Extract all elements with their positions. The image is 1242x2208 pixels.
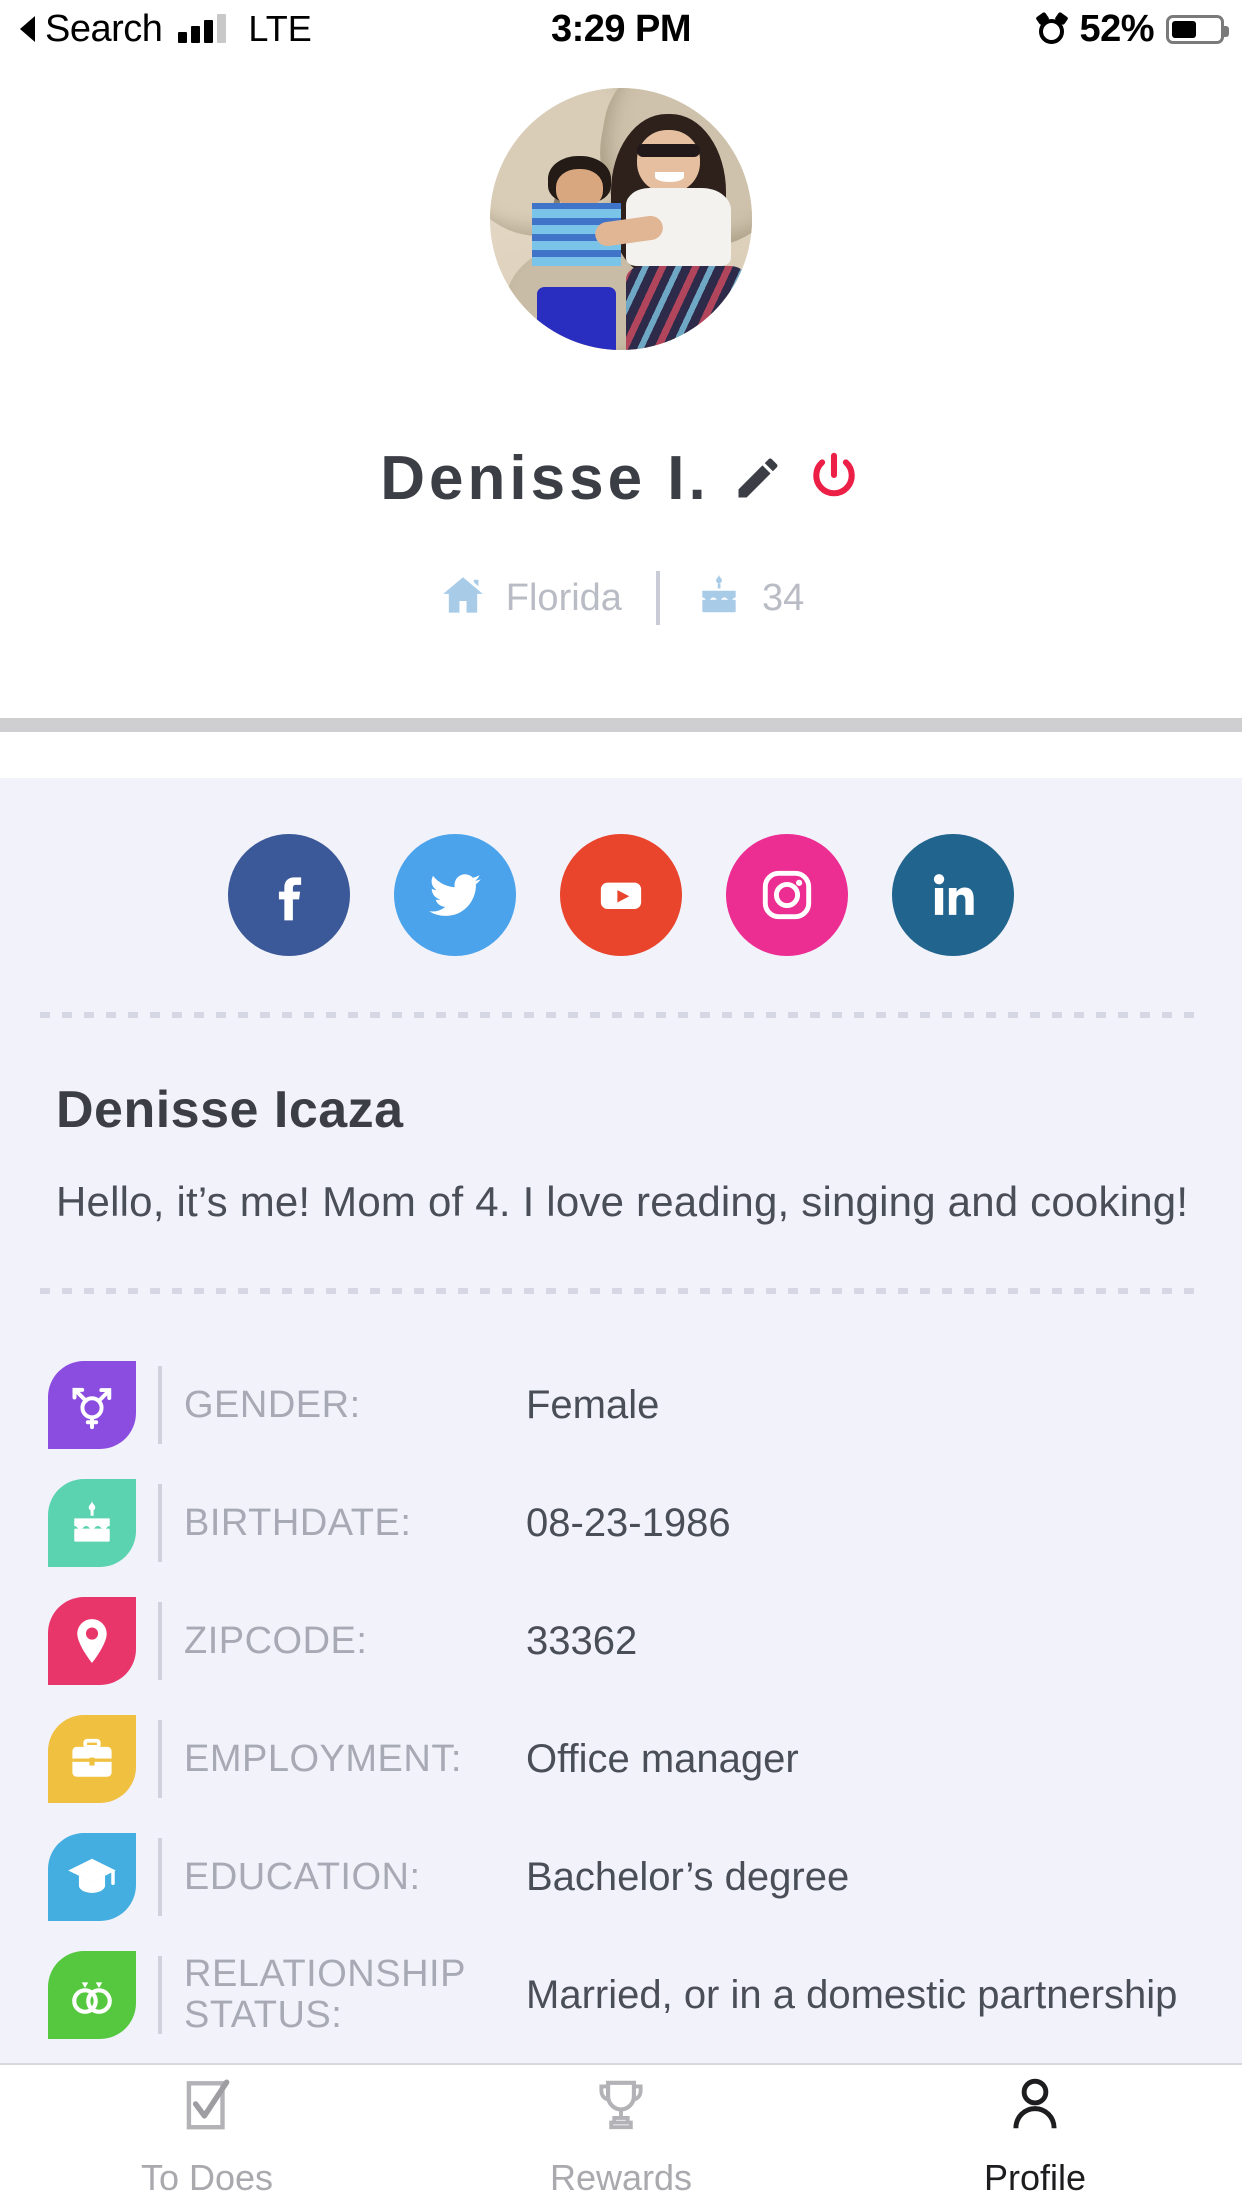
trophy-icon bbox=[590, 2074, 652, 2141]
gender-icon bbox=[48, 1361, 136, 1449]
detail-row-relationship-status[interactable]: RELATIONSHIP STATUS: Married, or in a do… bbox=[0, 1936, 1242, 2054]
battery-percent-label: 52% bbox=[1079, 7, 1154, 50]
detail-label: EDUCATION: bbox=[184, 1855, 421, 1898]
detail-value: 08-23-1986 bbox=[526, 1500, 731, 1545]
power-logout-icon[interactable] bbox=[806, 450, 862, 506]
home-icon bbox=[438, 571, 488, 626]
status-bar-right: 52% bbox=[1035, 7, 1229, 51]
tab-rewards[interactable]: Rewards bbox=[414, 2065, 828, 2208]
social-linkedin[interactable] bbox=[892, 834, 1014, 956]
profile-header: Denisse I. Florida 34 bbox=[0, 58, 1242, 778]
divider-bottom bbox=[40, 1288, 1202, 1294]
phone-screen: Search LTE 3:29 PM 52% Denisse I. Florid… bbox=[0, 0, 1242, 2208]
battery-icon bbox=[1166, 14, 1229, 44]
social-links-row bbox=[0, 778, 1242, 956]
social-twitter[interactable] bbox=[394, 834, 516, 956]
detail-divider bbox=[158, 1602, 162, 1680]
age-item: 34 bbox=[694, 571, 804, 626]
detail-divider bbox=[158, 1956, 162, 2034]
detail-label: ZIPCODE: bbox=[184, 1619, 368, 1662]
tab-to-does[interactable]: To Does bbox=[0, 2065, 414, 2208]
profile-content: Denisse Icaza Hello, it’s me! Mom of 4. … bbox=[0, 778, 1242, 2063]
location-label: Florida bbox=[505, 576, 622, 619]
social-facebook[interactable] bbox=[228, 834, 350, 956]
detail-row-gender[interactable]: GENDER: Female bbox=[0, 1346, 1242, 1464]
detail-label: BIRTHDATE: bbox=[184, 1501, 412, 1544]
bottom-tab-bar: To Does Rewards Profile bbox=[0, 2063, 1242, 2208]
rings-icon bbox=[48, 1951, 136, 2039]
birthday-cake-icon bbox=[694, 571, 744, 626]
detail-divider bbox=[158, 1720, 162, 1798]
detail-value: 33362 bbox=[526, 1618, 638, 1663]
social-youtube[interactable] bbox=[560, 834, 682, 956]
detail-label: EMPLOYMENT: bbox=[184, 1737, 462, 1780]
person-icon bbox=[1004, 2074, 1066, 2141]
location-item: Florida bbox=[438, 571, 622, 626]
graduation-cap-icon bbox=[48, 1833, 136, 1921]
display-name: Denisse I. bbox=[380, 443, 710, 513]
alarm-icon bbox=[1035, 11, 1070, 44]
detail-label: RELATIONSHIP STATUS: bbox=[184, 1953, 466, 2036]
detail-row-education[interactable]: EDUCATION: Bachelor’s degree bbox=[0, 1818, 1242, 1936]
detail-row-employment[interactable]: EMPLOYMENT: Office manager bbox=[0, 1700, 1242, 1818]
bio-full-name: Denisse Icaza bbox=[56, 1081, 404, 1139]
divider-top bbox=[40, 1012, 1202, 1018]
detail-value: Married, or in a domestic partnership bbox=[526, 1972, 1178, 2017]
status-bar: Search LTE 3:29 PM 52% bbox=[0, 0, 1242, 58]
map-pin-icon bbox=[48, 1597, 136, 1685]
detail-divider bbox=[158, 1366, 162, 1444]
checklist-icon bbox=[176, 2074, 238, 2141]
birthday-cake-icon bbox=[48, 1479, 136, 1567]
detail-value: Bachelor’s degree bbox=[526, 1854, 850, 1899]
detail-row-birthdate[interactable]: BIRTHDATE: 08-23-1986 bbox=[0, 1464, 1242, 1582]
age-label: 34 bbox=[761, 576, 805, 619]
avatar-photo bbox=[490, 88, 752, 350]
briefcase-icon bbox=[48, 1715, 136, 1803]
detail-divider bbox=[158, 1838, 162, 1916]
tab-label: Profile bbox=[983, 2157, 1087, 2198]
tab-profile[interactable]: Profile bbox=[828, 2065, 1242, 2208]
detail-divider bbox=[158, 1484, 162, 1562]
name-row: Denisse I. bbox=[0, 433, 1242, 523]
detail-value: Female bbox=[526, 1382, 660, 1427]
avatar[interactable] bbox=[490, 88, 752, 350]
meta-divider bbox=[655, 571, 660, 625]
detail-row-zipcode[interactable]: ZIPCODE: 33362 bbox=[0, 1582, 1242, 1700]
social-instagram[interactable] bbox=[726, 834, 848, 956]
tab-label: Rewards bbox=[549, 2157, 693, 2198]
details-list: GENDER: Female BIRTHDATE: 08-23-1986 ZIP… bbox=[0, 1346, 1242, 2054]
header-separator bbox=[0, 718, 1242, 732]
detail-value: Office manager bbox=[526, 1736, 799, 1781]
bio-description: Hello, it’s me! Mom of 4. I love reading… bbox=[56, 1178, 1189, 1225]
tab-label: To Does bbox=[140, 2157, 274, 2198]
detail-label: GENDER: bbox=[184, 1383, 361, 1426]
pencil-edit-icon[interactable] bbox=[732, 452, 784, 504]
meta-row: Florida 34 bbox=[0, 568, 1242, 628]
